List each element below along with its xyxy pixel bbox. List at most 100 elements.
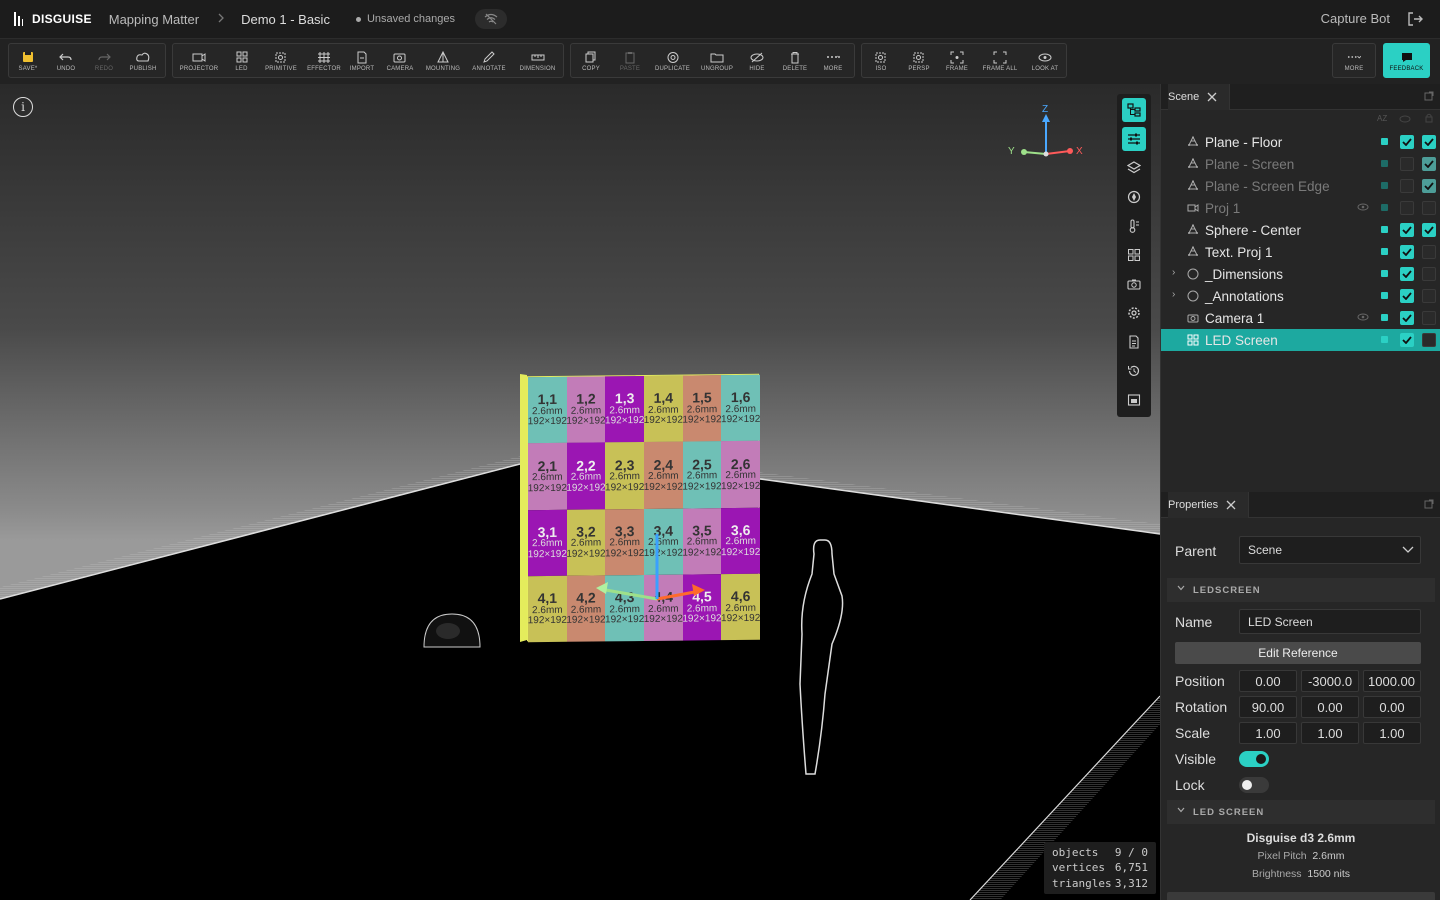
brand-logo[interactable]: DISGUISE — [14, 12, 92, 26]
look-at-button[interactable]: LOOK AT — [1024, 44, 1066, 79]
annotate-button[interactable]: ANNOTATE — [466, 44, 512, 79]
scene-tree-item[interactable]: Plane - Floor — [1161, 131, 1440, 153]
led-screen-section-header[interactable]: LED SCREEN — [1167, 800, 1435, 824]
temperature-tool[interactable] — [1122, 214, 1146, 238]
scene-tree-tool[interactable] — [1122, 98, 1146, 122]
lock-checkbox[interactable] — [1422, 245, 1436, 259]
position-y-input[interactable]: -3000.0 — [1301, 670, 1359, 692]
hide-button[interactable]: HIDE — [738, 44, 776, 79]
projector-button[interactable]: PROJECTOR — [173, 44, 225, 79]
ungroup-button[interactable]: UNGROUP — [696, 44, 738, 79]
rotation-z-input[interactable]: 0.00 — [1363, 696, 1421, 718]
eye-icon[interactable] — [1357, 312, 1369, 322]
dimension-button[interactable]: DIMENSION — [512, 44, 563, 79]
scene-tree-item[interactable]: Text. Proj 1 — [1161, 241, 1440, 263]
scene-tree-item[interactable]: Proj 1 — [1161, 197, 1440, 219]
visibility-checkbox[interactable] — [1400, 157, 1414, 171]
iso-button[interactable]: ISO — [862, 44, 900, 79]
visibility-checkbox[interactable] — [1400, 333, 1414, 347]
name-input[interactable]: LED Screen — [1239, 609, 1421, 634]
visible-toggle[interactable] — [1239, 751, 1269, 767]
close-icon[interactable] — [1207, 92, 1217, 102]
sort-az-icon[interactable]: AZ — [1377, 114, 1387, 123]
parent-select[interactable]: Scene — [1239, 536, 1421, 564]
visibility-checkbox[interactable] — [1400, 245, 1414, 259]
persp-button[interactable]: PERSP — [900, 44, 938, 79]
layers-tool[interactable] — [1122, 156, 1146, 180]
tab-scene[interactable]: Scene — [1168, 83, 1231, 110]
lock-checkbox[interactable] — [1422, 223, 1436, 237]
scene-tree-item[interactable]: LED Screen — [1161, 329, 1440, 351]
camera-button[interactable]: CAMERA — [380, 44, 420, 79]
logout-icon[interactable] — [1406, 10, 1424, 28]
more-button[interactable]: MORE — [1333, 44, 1375, 79]
scene-tree-item[interactable]: Plane - Screen — [1161, 153, 1440, 175]
publish-button[interactable]: PUBLISH — [123, 44, 163, 79]
eye-icon[interactable] — [1357, 202, 1369, 212]
chevron-right-icon[interactable]: › — [1172, 267, 1175, 278]
camera-tool[interactable] — [1122, 272, 1146, 296]
scene-tree-item[interactable]: Sphere - Center — [1161, 219, 1440, 241]
lock-checkbox[interactable] — [1422, 289, 1436, 303]
render-tool[interactable] — [1122, 388, 1146, 412]
visibility-checkbox[interactable] — [1400, 289, 1414, 303]
ledscreen-section-header[interactable]: LEDSCREEN — [1167, 578, 1435, 602]
popout-icon[interactable] — [1424, 499, 1434, 509]
delete-button[interactable]: DELETE — [776, 44, 814, 79]
primitive-button[interactable]: PRIMITIVE — [258, 44, 304, 79]
visibility-checkbox[interactable] — [1400, 135, 1414, 149]
scene-tree-item[interactable]: Camera 1 — [1161, 307, 1440, 329]
settings-tool[interactable] — [1122, 301, 1146, 325]
visibility-checkbox[interactable] — [1400, 179, 1414, 193]
lock-checkbox[interactable] — [1422, 135, 1436, 149]
visibility-checkbox[interactable] — [1400, 267, 1414, 281]
redo-button[interactable]: REDO — [85, 44, 123, 79]
lock-checkbox[interactable] — [1422, 157, 1436, 171]
user-name[interactable]: Capture Bot — [1321, 11, 1390, 26]
scale-x-input[interactable]: 1.00 — [1239, 722, 1297, 744]
save-button[interactable]: SAVE* — [9, 44, 47, 79]
connection-button[interactable] — [475, 9, 508, 29]
more-button[interactable]: MORE — [814, 44, 852, 79]
led-button[interactable]: LED — [225, 44, 258, 79]
scene-tree-item[interactable]: Plane - Screen Edge — [1161, 175, 1440, 197]
axis-orientation-gizmo[interactable]: Z Y X — [1002, 96, 1092, 176]
undo-button[interactable]: UNDO — [47, 44, 85, 79]
visibility-checkbox[interactable] — [1400, 201, 1414, 215]
grid-tool[interactable] — [1122, 243, 1146, 267]
breadcrumb-project[interactable]: Demo 1 - Basic — [241, 12, 330, 27]
lock-checkbox[interactable] — [1422, 267, 1436, 281]
feedback-button[interactable]: FEEDBACK — [1383, 43, 1430, 78]
scene-tree-item[interactable]: › _Dimensions — [1161, 263, 1440, 285]
rotation-x-input[interactable]: 90.00 — [1239, 696, 1297, 718]
change-tiles-button[interactable] — [1167, 892, 1435, 900]
visibility-checkbox[interactable] — [1400, 223, 1414, 237]
effector-button[interactable]: EFFECTOR — [304, 44, 344, 79]
frame-all-button[interactable]: FRAME ALL — [976, 44, 1024, 79]
import-button[interactable]: IMPORT — [344, 44, 380, 79]
scale-z-input[interactable]: 1.00 — [1363, 722, 1421, 744]
close-icon[interactable] — [1226, 500, 1236, 510]
scale-y-input[interactable]: 1.00 — [1301, 722, 1359, 744]
lock-checkbox[interactable] — [1422, 201, 1436, 215]
3d-viewport[interactable]: 1,1 2.6mm 192×192 1,2 2.6mm 192×192 1,3 2.6mm 19… — [0, 84, 1160, 900]
lock-checkbox[interactable] — [1422, 311, 1436, 325]
led-screen-object[interactable]: 1,1 2.6mm 192×192 1,2 2.6mm 192×192 1,3 2.6mm 19… — [527, 373, 760, 643]
copy-button[interactable]: COPY — [571, 44, 611, 79]
paste-button[interactable]: PASTE — [611, 44, 649, 79]
edit-reference-button[interactable]: Edit Reference — [1175, 642, 1421, 664]
tab-properties[interactable]: Properties — [1168, 491, 1250, 518]
visibility-checkbox[interactable] — [1400, 311, 1414, 325]
document-tool[interactable] — [1122, 330, 1146, 354]
lock-checkbox[interactable] — [1422, 333, 1436, 347]
popout-icon[interactable] — [1424, 91, 1434, 101]
mounting-button[interactable]: MOUNTING — [420, 44, 466, 79]
breadcrumb-section[interactable]: Mapping Matter — [109, 12, 199, 27]
chevron-right-icon[interactable]: › — [1172, 289, 1175, 300]
compass-tool[interactable] — [1122, 185, 1146, 209]
history-tool[interactable] — [1122, 359, 1146, 383]
frame-button[interactable]: FRAME — [938, 44, 976, 79]
rotation-y-input[interactable]: 0.00 — [1301, 696, 1359, 718]
duplicate-button[interactable]: DUPLICATE — [649, 44, 696, 79]
lock-checkbox[interactable] — [1422, 179, 1436, 193]
